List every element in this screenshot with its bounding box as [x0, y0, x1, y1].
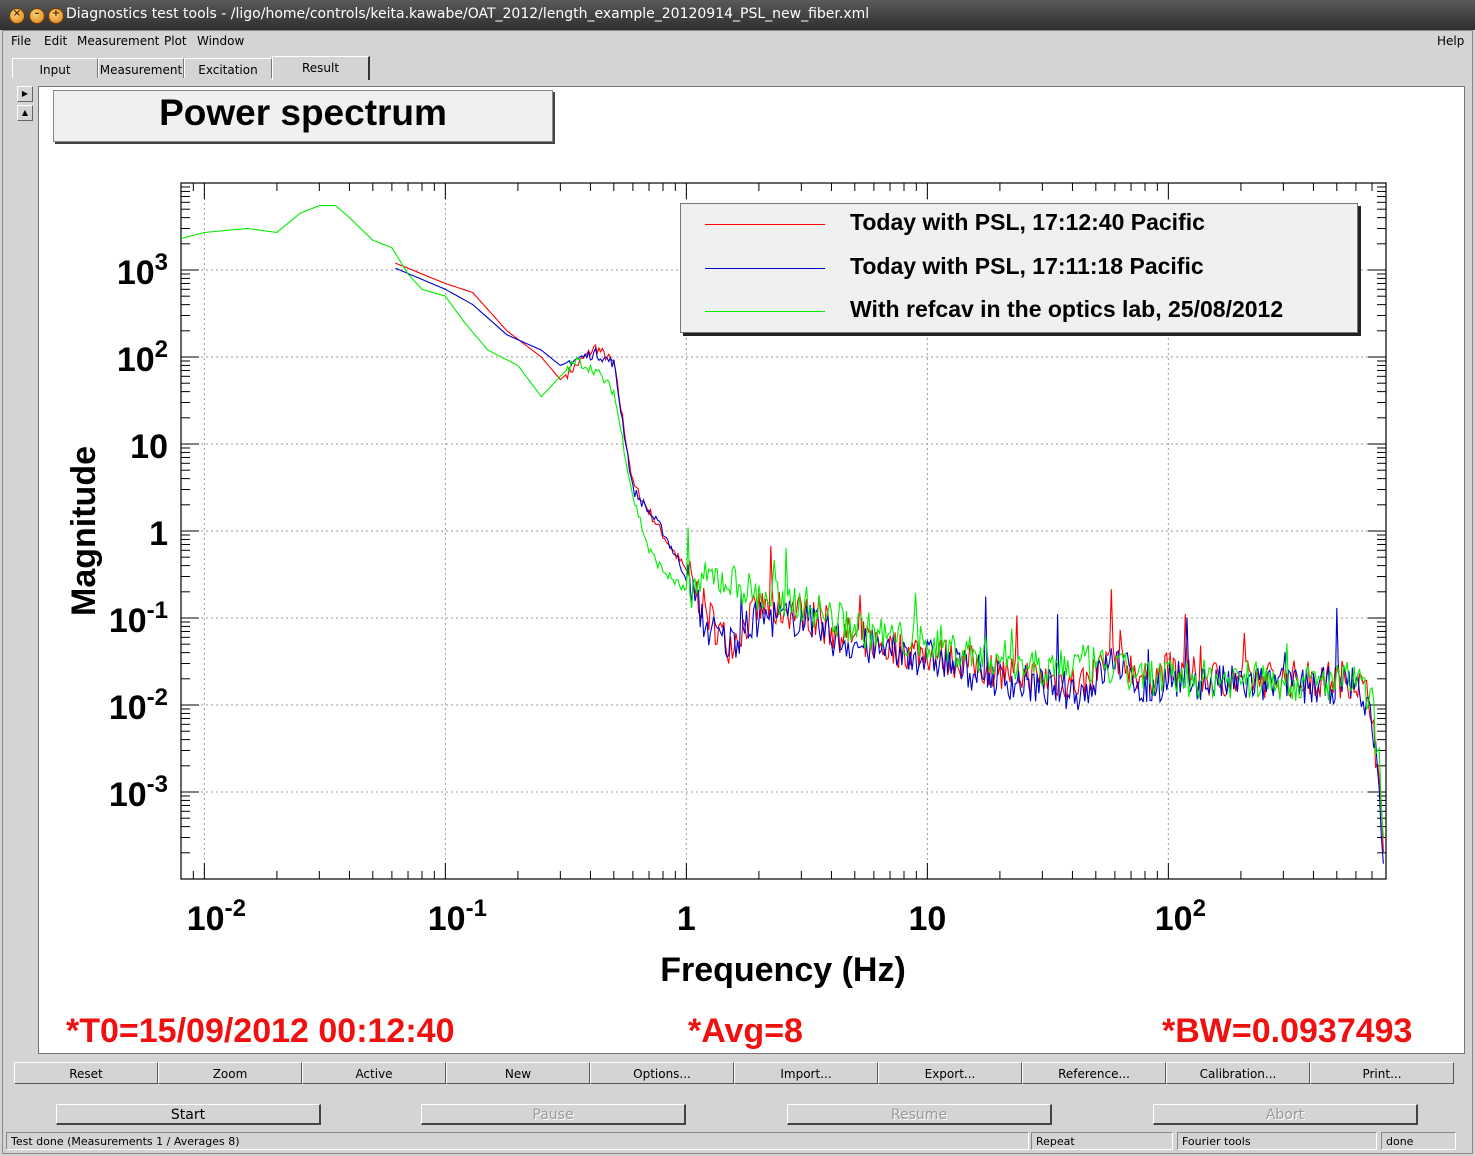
- y-axis-label: Magnitude: [65, 446, 103, 616]
- zoom-button[interactable]: Zoom: [158, 1062, 302, 1084]
- pause-button[interactable]: Pause: [421, 1104, 686, 1125]
- tick-label-layer: 10-2 10-1 1 10 10210310210110-110-210-3: [109, 249, 1206, 938]
- reference-button[interactable]: Reference...: [1022, 1062, 1166, 1084]
- status-state: done: [1381, 1132, 1456, 1150]
- y-tick-label: 102: [117, 336, 168, 379]
- legend-swatch-blue: [705, 268, 825, 269]
- y-tick-label: 1: [149, 515, 168, 553]
- y-tick-label: 10-2: [109, 684, 168, 727]
- options-button[interactable]: Options...: [590, 1062, 734, 1084]
- active-button[interactable]: Active: [302, 1062, 446, 1084]
- legend-entry-2: Today with PSL, 17:11:18 Pacific: [850, 253, 1204, 279]
- y-tick-label: 10-1: [109, 597, 168, 640]
- x-tick-label: 10-2: [187, 895, 246, 938]
- print-button[interactable]: Print...: [1310, 1062, 1454, 1084]
- chart-svg: 10-2 10-1 1 10 10210310210110-110-210-3 Freq…: [65, 182, 1387, 989]
- calibration-button[interactable]: Calibration...: [1166, 1062, 1310, 1084]
- status-tool: Fourier tools: [1177, 1132, 1377, 1150]
- new-button[interactable]: New: [446, 1062, 590, 1084]
- plot-title: Power spectrum: [159, 92, 447, 133]
- import-button[interactable]: Import...: [734, 1062, 878, 1084]
- legend-entry-3: With refcav in the optics lab, 25/08/201…: [850, 296, 1284, 322]
- status-mode: Repeat: [1031, 1132, 1173, 1150]
- info-avg: *Avg=8: [688, 1012, 803, 1050]
- start-button[interactable]: Start: [56, 1104, 321, 1125]
- y-tick-label: 10-3: [109, 771, 168, 814]
- x-tick-label: 10: [908, 900, 946, 938]
- legend-entry-1: Today with PSL, 17:12:40 Pacific: [850, 209, 1205, 235]
- y-tick-label: 103: [117, 249, 168, 292]
- x-tick-label: 102: [1155, 895, 1206, 938]
- series-line-2: [395, 267, 1384, 864]
- x-axis-label: Frequency (Hz): [660, 951, 906, 989]
- x-tick-label: 1: [677, 900, 696, 938]
- info-t0: *T0=15/09/2012 00:12:40: [66, 1012, 455, 1050]
- legend-swatch-green: [705, 311, 825, 312]
- info-bw: *BW=0.0937493: [1162, 1012, 1413, 1050]
- status-message: Test done (Measurements 1 / Averages 8): [6, 1132, 1029, 1150]
- legend-swatch-red: [705, 224, 825, 225]
- reset-button[interactable]: Reset: [14, 1062, 158, 1084]
- export-button[interactable]: Export...: [878, 1062, 1022, 1084]
- y-tick-label: 10: [130, 428, 168, 466]
- abort-button[interactable]: Abort: [1153, 1104, 1418, 1125]
- resume-button[interactable]: Resume: [787, 1104, 1052, 1125]
- x-tick-label: 10-1: [428, 895, 487, 938]
